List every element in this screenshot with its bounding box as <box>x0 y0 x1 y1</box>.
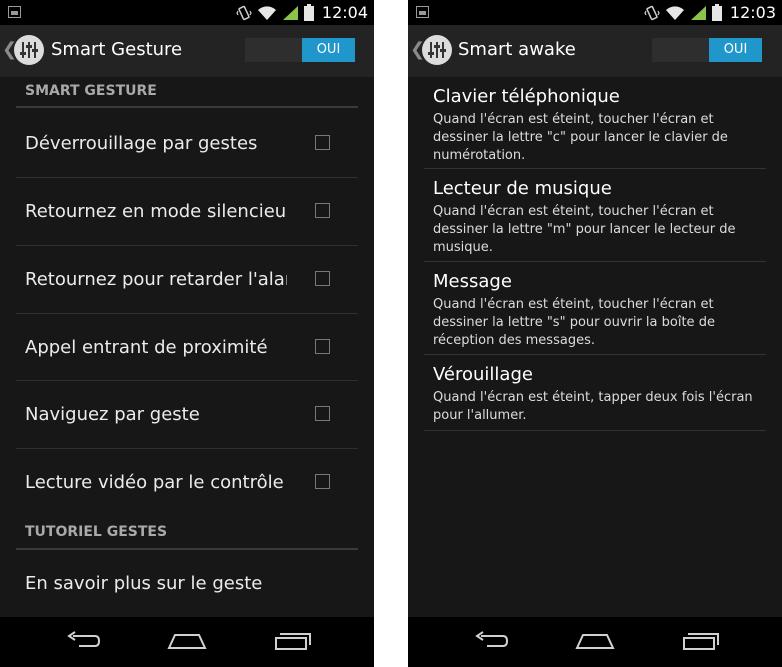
status-clock: 12:04 <box>321 3 368 22</box>
status-bar: 12:03 <box>408 0 782 25</box>
setting-label: Appel entrant de proximité <box>25 337 268 358</box>
master-toggle[interactable]: OUI <box>652 38 762 62</box>
phone-screen-smart-awake: 12:03 ❮ Smart awake OUI Clavier téléphon… <box>408 0 782 667</box>
gesture-item[interactable]: Message Quand l'écran est éteint, touche… <box>424 262 766 355</box>
gesture-title: Clavier téléphonique <box>433 86 620 107</box>
battery-icon <box>303 4 314 21</box>
equalizer-app-icon[interactable] <box>12 33 46 67</box>
recents-icon <box>275 633 311 650</box>
setting-checkbox[interactable] <box>315 339 330 354</box>
setting-row[interactable]: Lecture vidéo par le contrôle de <box>16 449 358 517</box>
setting-label: Retournez pour retarder l'alarme <box>25 269 287 290</box>
status-icons: 12:03 <box>644 3 776 22</box>
back-button[interactable] <box>471 627 511 655</box>
setting-row[interactable]: Retournez en mode silencieux <box>16 178 358 246</box>
status-clock: 12:03 <box>729 3 776 22</box>
gesture-title: Vérouillage <box>433 364 533 385</box>
setting-label: Déverrouillage par gestes <box>25 133 258 154</box>
gesture-description: Quand l'écran est éteint, toucher l'écra… <box>433 204 736 255</box>
home-icon <box>167 634 207 649</box>
gesture-title: Message <box>433 271 512 292</box>
battery-icon <box>711 4 722 21</box>
setting-checkbox[interactable] <box>315 203 330 218</box>
recents-button[interactable] <box>681 627 721 655</box>
gesture-description: Quand l'écran est éteint, toucher l'écra… <box>433 112 728 163</box>
back-icon <box>67 631 101 647</box>
page-title: Smart awake <box>458 39 576 60</box>
back-button[interactable] <box>63 627 103 655</box>
wifi-icon <box>257 5 276 20</box>
navigation-bar <box>0 617 374 667</box>
toggle-on-label: OUI <box>709 38 762 62</box>
settings-list: SMART GESTURE Déverrouillage par gestes … <box>0 77 374 617</box>
setting-row[interactable]: Retournez pour retarder l'alarme <box>16 246 358 314</box>
gesture-item[interactable]: Lecteur de musique Quand l'écran est éte… <box>424 169 766 262</box>
home-button[interactable] <box>575 627 615 655</box>
gesture-description: Quand l'écran est éteint, toucher l'écra… <box>433 297 715 348</box>
status-bar: 12:04 <box>0 0 374 25</box>
gesture-title: Lecteur de musique <box>433 178 612 199</box>
setting-row[interactable]: Appel entrant de proximité <box>16 314 358 381</box>
gesture-item[interactable]: Clavier téléphonique Quand l'écran est é… <box>424 77 766 169</box>
wifi-icon <box>665 5 684 20</box>
signal-icon <box>282 5 298 20</box>
master-toggle[interactable]: OUI <box>245 38 355 62</box>
equalizer-app-icon[interactable] <box>420 33 454 67</box>
section-header: SMART GESTURE <box>16 83 358 108</box>
notification-image-icon <box>8 6 21 18</box>
navigation-bar <box>408 617 782 667</box>
phone-screen-smart-gesture: 12:04 ❮ Smart Gesture OUI SMART GESTURE … <box>0 0 374 667</box>
setting-checkbox[interactable] <box>315 271 330 286</box>
action-bar: ❮ Smart awake OUI <box>408 25 782 77</box>
home-icon <box>575 634 615 649</box>
setting-checkbox[interactable] <box>315 135 330 150</box>
setting-checkbox[interactable] <box>315 474 330 489</box>
setting-label: Lecture vidéo par le contrôle de <box>25 472 287 493</box>
home-button[interactable] <box>167 627 207 655</box>
gesture-list: Clavier téléphonique Quand l'écran est é… <box>408 77 782 617</box>
tutorial-row[interactable]: En savoir plus sur le geste <box>16 553 358 613</box>
setting-label: Retournez en mode silencieux <box>25 201 287 222</box>
gesture-description: Quand l'écran est éteint, tapper deux fo… <box>433 390 753 423</box>
back-icon <box>475 631 509 647</box>
vibrate-icon <box>236 5 252 20</box>
section-header: TUTORIEL GESTES <box>16 524 358 550</box>
toggle-on-label: OUI <box>302 38 355 62</box>
action-bar: ❮ Smart Gesture OUI <box>0 25 374 77</box>
signal-icon <box>690 5 706 20</box>
recents-button[interactable] <box>273 627 313 655</box>
recents-icon <box>683 633 719 650</box>
notification-image-icon <box>416 6 429 18</box>
page-title: Smart Gesture <box>51 39 183 60</box>
setting-row[interactable]: Déverrouillage par gestes <box>16 110 358 178</box>
status-icons: 12:04 <box>236 3 368 22</box>
gesture-item[interactable]: Vérouillage Quand l'écran est éteint, ta… <box>424 355 766 431</box>
tutorial-label: En savoir plus sur le geste <box>25 573 263 594</box>
vibrate-icon <box>644 5 660 20</box>
setting-checkbox[interactable] <box>315 406 330 421</box>
setting-label: Naviguez par geste <box>25 404 200 425</box>
setting-row[interactable]: Naviguez par geste <box>16 381 358 449</box>
